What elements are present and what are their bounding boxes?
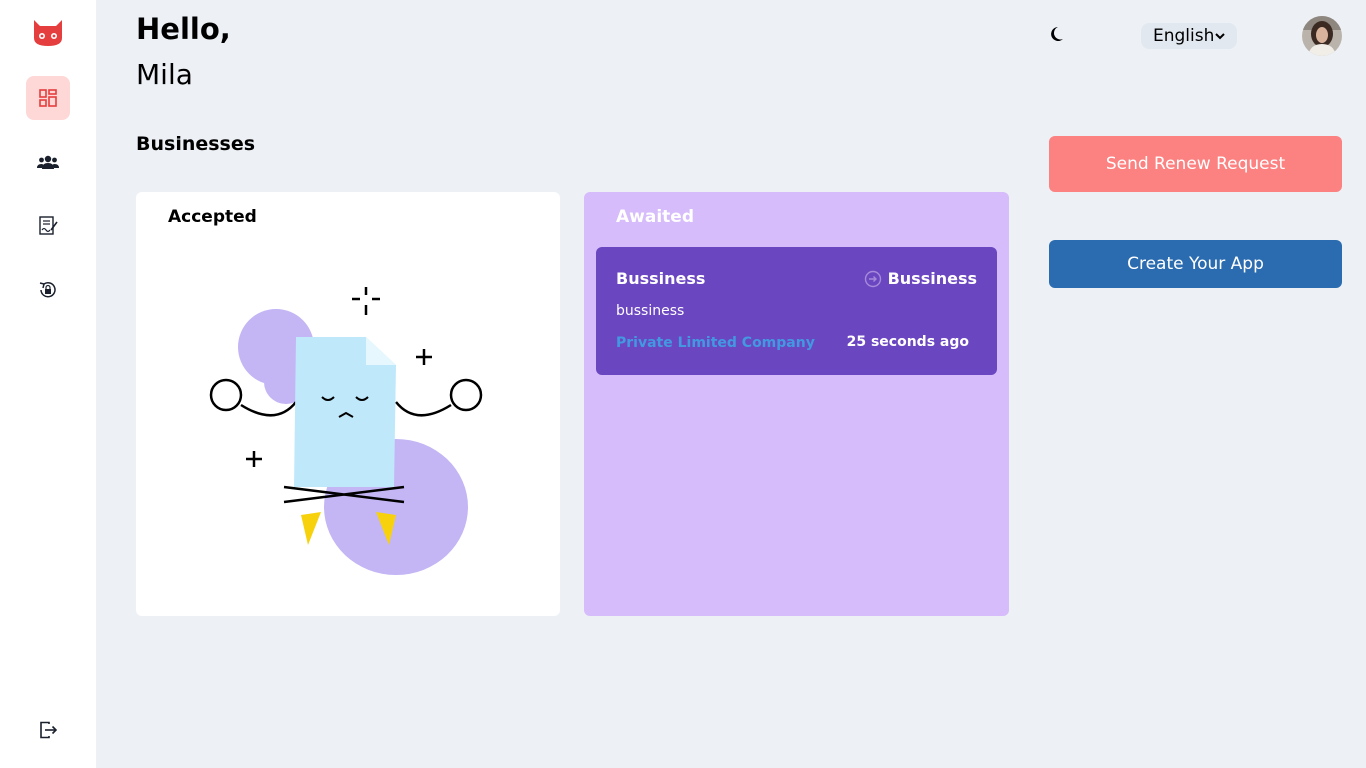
pending-icon <box>864 270 881 287</box>
avatar-image <box>1302 16 1342 56</box>
empty-state-illustration <box>209 287 483 575</box>
dashboard-icon <box>39 89 57 107</box>
user-name: Mila <box>136 58 193 91</box>
dark-mode-toggle[interactable] <box>1048 23 1070 45</box>
app-logo[interactable] <box>30 16 66 48</box>
accepted-card: Accepted <box>136 192 560 616</box>
section-title: Businesses <box>136 133 256 155</box>
sidebar <box>0 0 96 768</box>
accepted-title: Accepted <box>168 207 257 227</box>
lock-reset-icon <box>39 282 56 298</box>
business-type: Private Limited Company <box>616 335 815 351</box>
sidebar-item-lock-reset[interactable] <box>26 268 70 312</box>
language-value: English <box>1153 26 1215 46</box>
users-icon <box>37 155 59 169</box>
moon-icon <box>1051 27 1063 41</box>
business-label: Bussiness <box>887 269 977 288</box>
send-renew-request-button[interactable]: Send Renew Request <box>1049 136 1342 192</box>
greeting-text: Hello, <box>136 12 231 46</box>
sidebar-item-users[interactable] <box>26 140 70 184</box>
business-name: Bussiness <box>616 269 706 288</box>
chevron-down-icon <box>1215 33 1225 40</box>
contract-icon <box>39 216 58 235</box>
sidebar-item-dashboard[interactable] <box>26 76 70 120</box>
user-avatar[interactable] <box>1302 16 1342 56</box>
logo-icon <box>34 20 62 46</box>
awaited-title: Awaited <box>616 207 694 227</box>
business-status: Bussiness <box>864 269 977 288</box>
language-select[interactable]: English <box>1141 23 1237 49</box>
create-app-button[interactable]: Create Your App <box>1049 240 1342 288</box>
business-time: 25 seconds ago <box>846 334 969 350</box>
sidebar-item-contracts[interactable] <box>26 204 70 248</box>
business-card[interactable]: Bussiness Bussiness bussiness Private Li… <box>596 247 997 375</box>
awaited-card: Awaited Bussiness Bussiness bussiness Pr… <box>584 192 1009 616</box>
logout-icon <box>40 721 57 739</box>
business-description: bussiness <box>616 303 685 319</box>
logout-button[interactable] <box>26 708 70 752</box>
